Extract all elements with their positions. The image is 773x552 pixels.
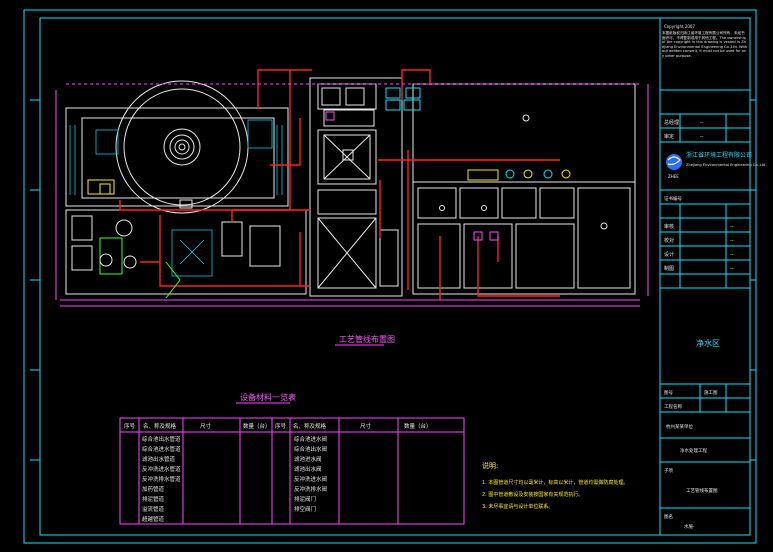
- design-notes: 说明: 1. 本图管道尺寸均以毫米计，标高以米计，管道均需做防腐处理。 2. 图…: [482, 461, 628, 510]
- copyright-text: 本图纸版权归浙江省环境工程有限公司所有，未经书面许可，不得复制或用于其他工程。T…: [662, 31, 748, 58]
- table-row: 综合池进水管道: [142, 445, 181, 453]
- table-row: 反冲洗进水阀: [294, 475, 327, 483]
- table-row: 综合池进水阀: [294, 435, 327, 443]
- tb-row-value: --: [730, 224, 734, 230]
- legend-title: 设备材料一览表: [240, 392, 296, 402]
- cert-label: 证书编号: [664, 195, 682, 202]
- tb-row-label: 总经理: [664, 119, 679, 126]
- table-header-no-2: 序号: [275, 422, 287, 430]
- table-row: 反冲洗排水阀: [294, 485, 327, 493]
- table-header-size-2: 尺寸: [360, 422, 372, 430]
- table-header-no-1: 序号: [124, 422, 136, 430]
- table-row: 溢流管道: [142, 505, 165, 513]
- table-row: 综合池出水管道: [142, 435, 181, 443]
- tb-row-value: --: [700, 134, 704, 140]
- note-line-3: 3. 未尽事宜请与设计单位联系。: [482, 503, 553, 510]
- equipment-room: [65, 209, 307, 295]
- company-name-en: Zhejiang Environmental Engineering Co.,L…: [686, 163, 767, 167]
- design-phase: 施工图: [704, 389, 718, 396]
- table-header-qty-2: 数量（台）: [404, 422, 432, 430]
- table-header-name-2: 名、称及规格: [293, 422, 327, 430]
- cad-drawing-canvas: 工艺管线布置图 设备材料一览表 序号 名、称及规格 尺寸 数量（台） 序号 名、…: [23, 9, 767, 544]
- tb-row-value: --: [730, 238, 734, 244]
- note-line-1: 1. 本图管道尺寸均以毫米计，标高以米计，管道均需做防腐处理。: [482, 479, 628, 486]
- table-row: 滤池进水阀: [294, 455, 322, 463]
- table-row: 反冲洗进水管道: [142, 465, 181, 473]
- table-row: 排泥管道: [142, 495, 165, 503]
- notes-heading: 说明:: [482, 461, 498, 470]
- table-row: 滤池出水管道: [142, 455, 176, 463]
- company-sub: ZHEE: [668, 174, 679, 179]
- table-right-items: 综合池进水阀 综合池出水阀 滤池进水阀 滤池出水阀 反冲洗进水阀 反冲洗排水阀 …: [294, 435, 327, 513]
- project-name: 净水处理工程: [680, 447, 707, 454]
- tb-row-label: 审定: [664, 133, 674, 140]
- center-well: [163, 128, 201, 166]
- sheet-no: 水施-: [684, 523, 695, 530]
- clarifier-outline: [65, 107, 289, 207]
- table-header-qty-1: 数量（台）: [243, 422, 271, 430]
- tb-row-value: --: [700, 120, 704, 126]
- plan-title: 工艺管线布置图: [339, 334, 395, 344]
- table-row: 加药管道: [142, 485, 165, 493]
- drawing-label: 图号: [664, 390, 673, 396]
- table-row: 滤池出水阀: [294, 465, 322, 473]
- copyright-label: Copyright 2007: [664, 24, 695, 29]
- table-header-size-1: 尺寸: [200, 422, 212, 430]
- project-label: 工程名称: [664, 403, 682, 410]
- drawing-name: 工艺管线布置图: [686, 487, 718, 494]
- company-name-cn: 浙江省环境工程有限公司: [686, 151, 752, 159]
- tb-row-label: 校对: [664, 237, 674, 244]
- valve-markers: [99, 87, 571, 299]
- table-row: 排泥阀门: [294, 495, 316, 503]
- company-logo: [666, 154, 682, 170]
- table-header-name-1: 名、称及规格: [143, 422, 177, 430]
- clean-water-tank: [412, 83, 636, 183]
- table-row: 排空阀门: [294, 505, 316, 513]
- plan-view: [55, 69, 649, 307]
- table-row: 超越管道: [142, 515, 165, 523]
- subitem-label: 子项: [664, 467, 673, 474]
- table-row: 反冲洗排水管道: [142, 475, 181, 483]
- note-line-2: 2. 图中管道敷设及安装按国家有关规范执行。: [482, 491, 583, 498]
- circular-tank: [115, 80, 249, 214]
- sludge-box: [247, 119, 273, 149]
- tank-block: [412, 181, 636, 295]
- table-row: 综合池出水阀: [294, 445, 327, 453]
- dosing-unit: [171, 229, 213, 277]
- copyright-block: 本图纸版权归浙江省环境工程有限公司所有，未经书面许可，不得复制或用于其他工程。T…: [662, 31, 748, 58]
- tb-row-label: 设计: [664, 251, 674, 258]
- zone-label: 净水区: [696, 338, 720, 348]
- sheet-outer-border: [23, 9, 757, 544]
- sheet-label: 图名: [664, 513, 673, 520]
- tb-row-value: --: [730, 252, 734, 258]
- tb-row-value: --: [730, 266, 734, 272]
- client-name: 杭州某某单位: [666, 423, 693, 430]
- table-left-items: 综合池出水管道 综合池进水管道 滤池出水管道 反冲洗进水管道 反冲洗排水管道 加…: [142, 435, 181, 523]
- tb-row-label: 审核: [664, 223, 674, 230]
- border-ticks: [30, 99, 756, 461]
- tb-row-label: 制图: [664, 265, 674, 272]
